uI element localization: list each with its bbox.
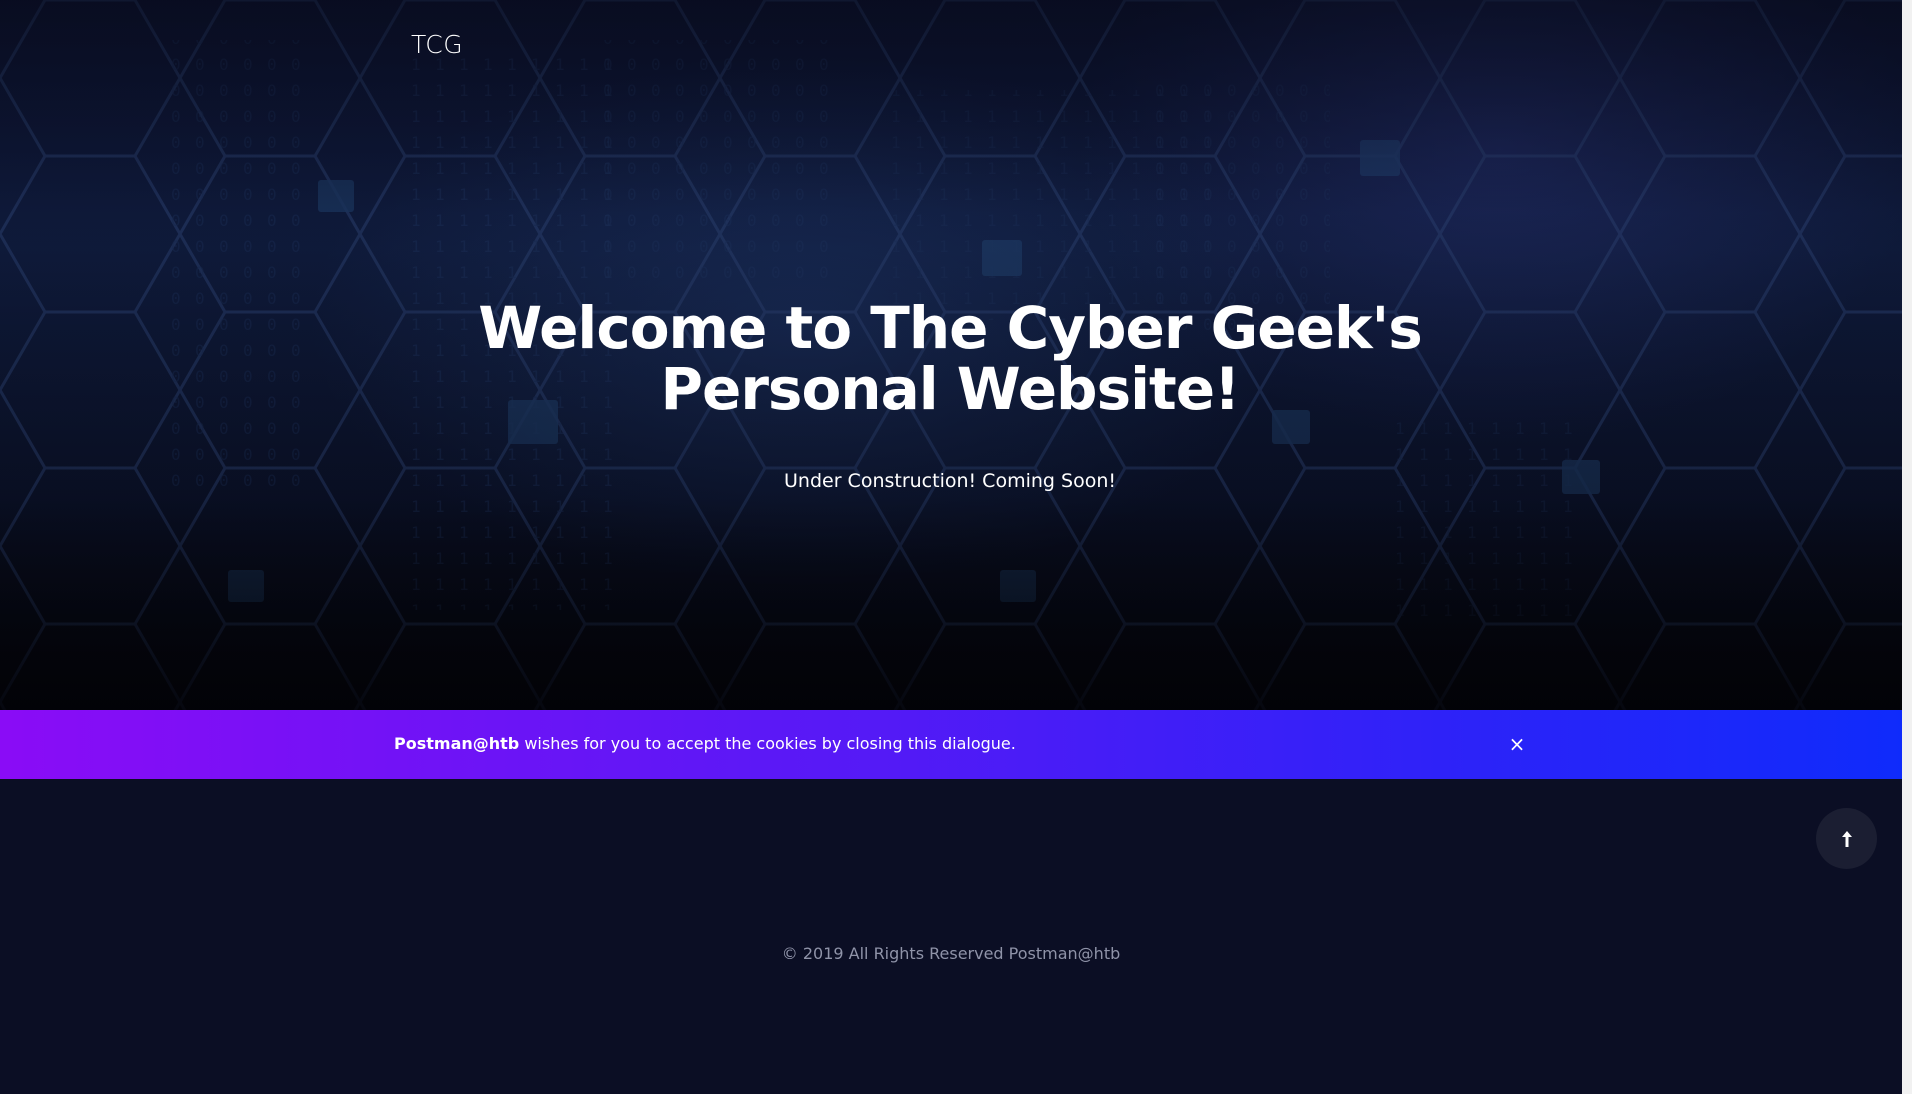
close-icon[interactable]: × [1505,732,1529,756]
cookie-brand: Postman@htb [394,734,520,753]
page: 0 1 TC [0,0,1912,1094]
site-brand-logo[interactable]: TCG [411,30,463,59]
hero-title: Welcome to The Cyber Geek's Personal Web… [400,298,1500,420]
back-to-top-button[interactable] [1816,808,1877,869]
cookie-consent-bar: Postman@htb wishes for you to accept the… [0,710,1902,779]
hero-section: 0 1 TC [0,0,1902,710]
hero-title-line-1: Welcome to The Cyber Geek's [478,294,1423,362]
hero-subtitle: Under Construction! Coming Soon! [784,470,1116,492]
arrow-up-icon [1841,830,1852,847]
footer: © 2019 All Rights Reserved Postman@htb [0,944,1902,963]
cookie-message: Postman@htb wishes for you to accept the… [394,734,1016,753]
cookie-message-text: wishes for you to accept the cookies by … [519,734,1016,753]
footer-copyright: © 2019 All Rights Reserved Postman@htb [781,944,1121,963]
page-scrollbar-track[interactable] [1902,0,1912,1094]
hero-title-line-2: Personal Website! [660,355,1240,423]
